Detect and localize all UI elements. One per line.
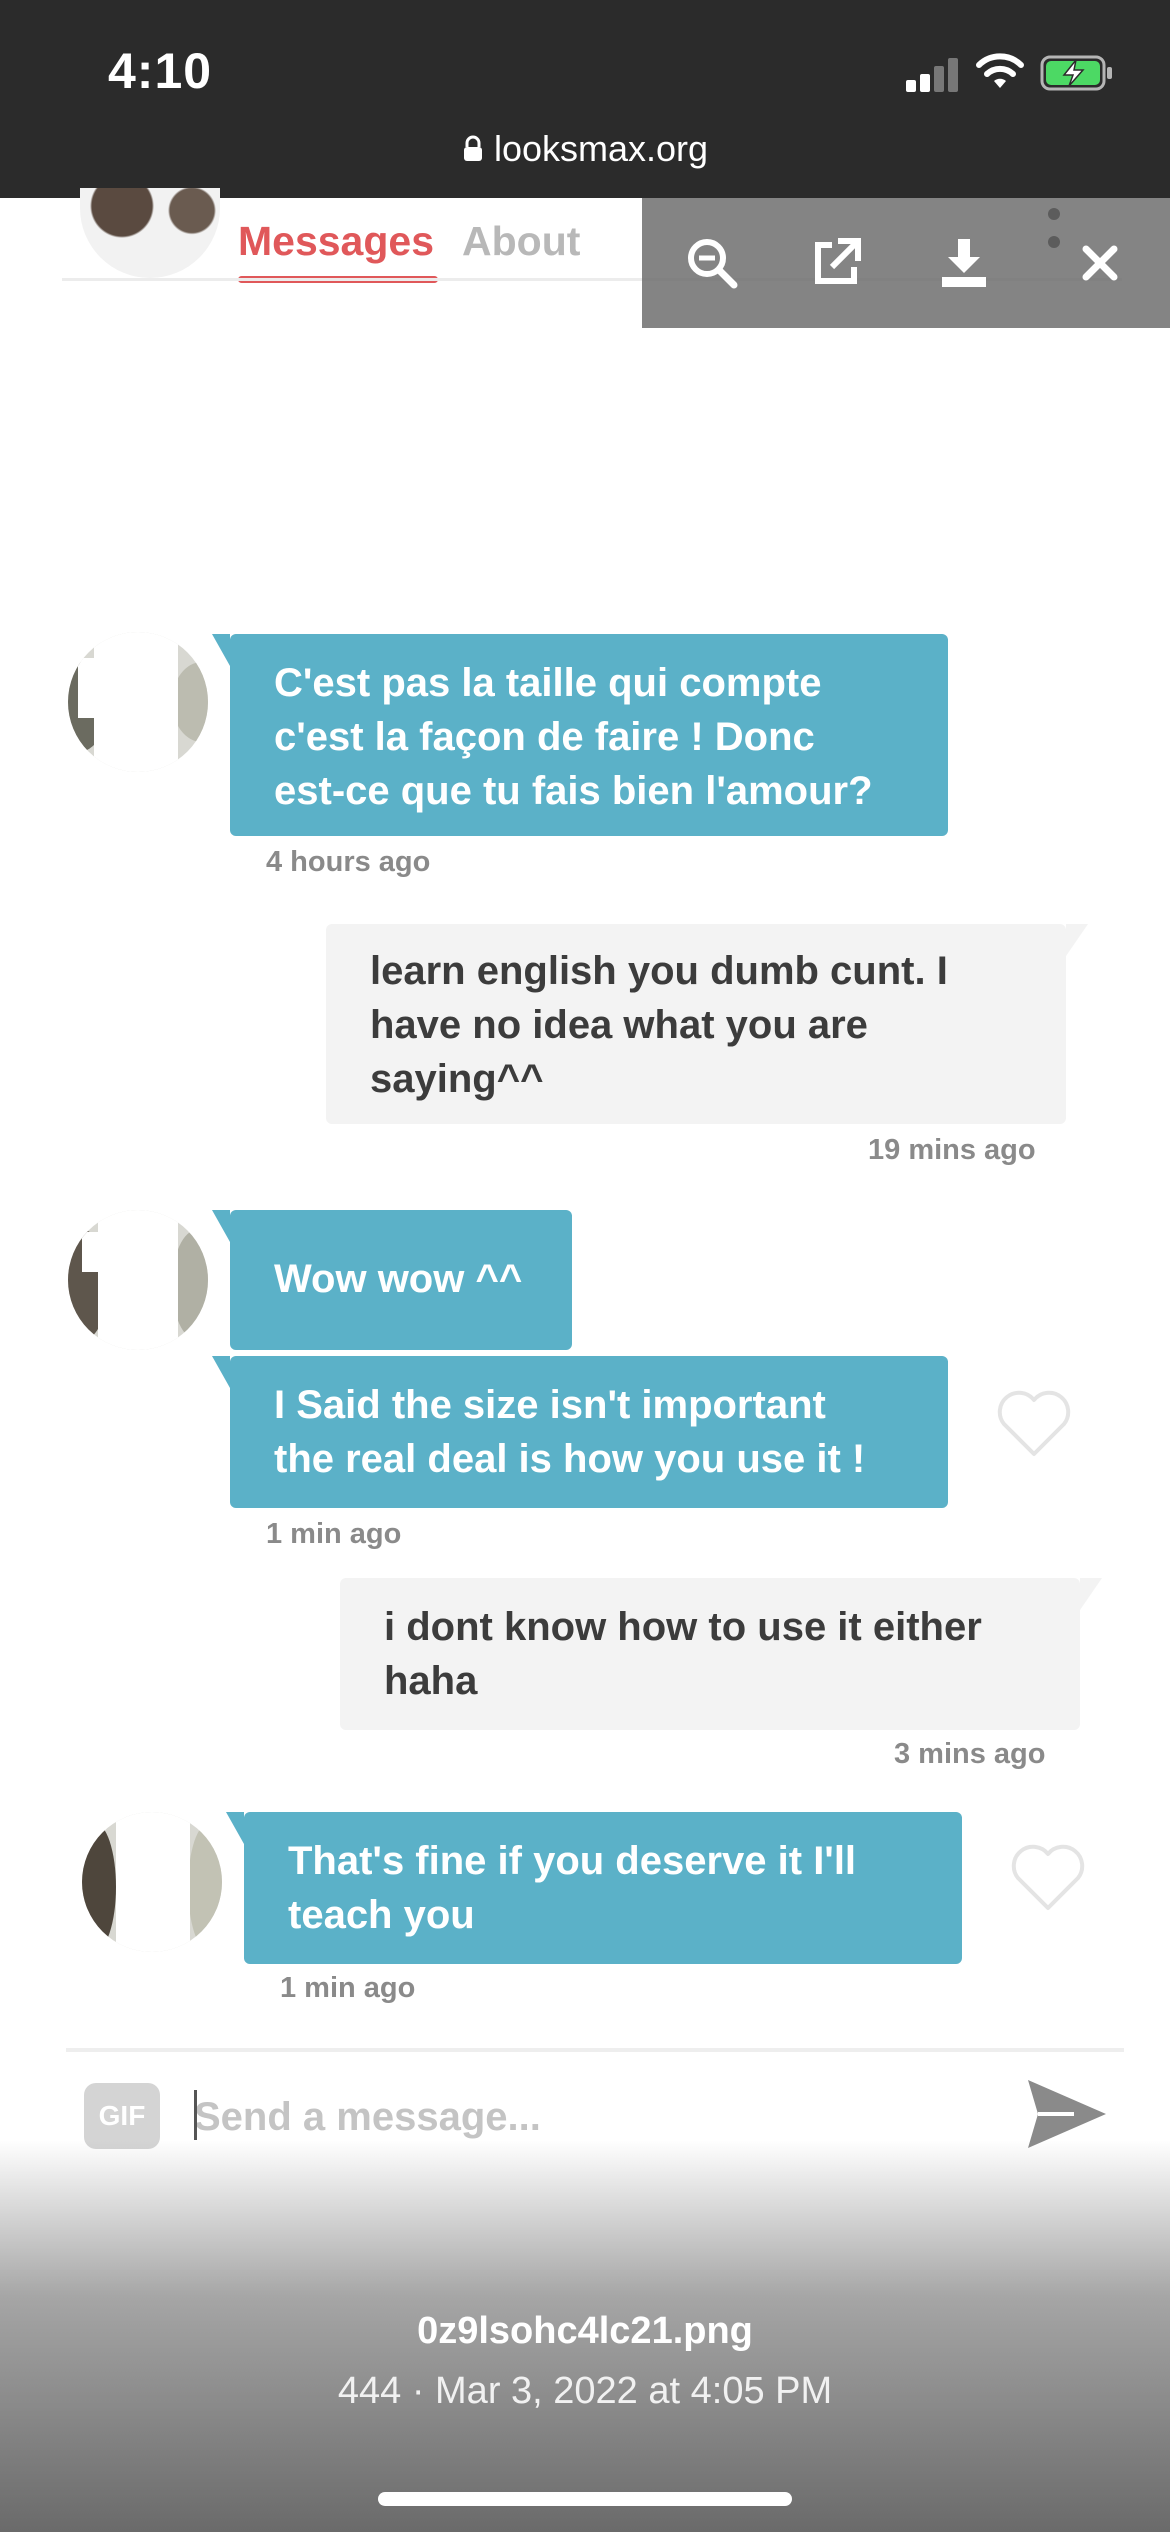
message-line: That's fine if you deserve it I'll: [288, 1839, 857, 1883]
message-line: teach you: [288, 1893, 475, 1937]
contact-avatar[interactable]: [68, 632, 208, 772]
download-icon[interactable]: [934, 233, 994, 293]
url-bar[interactable]: looksmax.org: [0, 128, 1170, 170]
incoming-message-bubble[interactable]: That's fine if you deserve it I'll teach…: [226, 1812, 962, 1964]
image-viewer-toolbar: [642, 198, 1170, 328]
open-external-icon[interactable]: [806, 233, 866, 293]
message-timestamp: 1 min ago: [280, 1972, 416, 2004]
message-timestamp: 1 min ago: [266, 1518, 402, 1550]
contact-avatar[interactable]: [82, 1812, 222, 1952]
tab-about[interactable]: About: [462, 218, 580, 265]
message-line: haha: [384, 1659, 478, 1703]
tab-messages[interactable]: Messages: [238, 218, 434, 265]
status-bar: 4:10 looksmax.org: [0, 0, 1170, 198]
status-time: 4:10: [108, 43, 213, 99]
message-line: I Said the size isn't important: [274, 1383, 826, 1427]
like-heart-icon[interactable]: [996, 1390, 1072, 1458]
message-line: the real deal is how you use it !: [274, 1437, 866, 1481]
message-timestamp: 19 mins ago: [868, 1134, 1036, 1166]
text-caret: [194, 2090, 197, 2140]
contact-avatar[interactable]: [68, 1210, 208, 1350]
message-line: saying^^: [370, 1057, 544, 1101]
message-timestamp: 3 mins ago: [894, 1738, 1046, 1770]
incoming-message-bubble[interactable]: I Said the size isn't important the real…: [212, 1356, 948, 1508]
wifi-icon: [976, 53, 1024, 88]
message-line: i dont know how to use it either: [384, 1605, 982, 1649]
close-icon[interactable]: [1070, 233, 1130, 293]
outgoing-message-bubble[interactable]: learn english you dumb cunt. I have no i…: [326, 924, 1088, 1124]
message-line: est-ce que tu fais bien l'amour?: [274, 769, 873, 813]
home-indicator[interactable]: [378, 2492, 792, 2506]
image-filename: 0z9lsohc4lc21.png: [417, 2310, 753, 2352]
outgoing-message-bubble[interactable]: i dont know how to use it either haha: [340, 1578, 1102, 1730]
lock-icon: [463, 135, 482, 161]
image-info: 444 · Mar 3, 2022 at 4:05 PM: [337, 2370, 833, 2412]
battery-charging-icon: [1040, 55, 1112, 91]
message-line: have no idea what you are: [370, 1003, 868, 1047]
message-timestamp: 4 hours ago: [266, 846, 431, 878]
zoom-out-icon[interactable]: [682, 233, 742, 293]
chat-thread: C'est pas la taille qui compte c'est la …: [0, 330, 1170, 2030]
incoming-message-bubble[interactable]: C'est pas la taille qui compte c'est la …: [212, 634, 948, 836]
message-line: learn english you dumb cunt. I: [370, 949, 948, 993]
composer-divider: [66, 2048, 1124, 2052]
signal-icon: [906, 56, 962, 92]
header-avatar[interactable]: [80, 188, 220, 278]
message-line: C'est pas la taille qui compte: [274, 661, 822, 705]
drag-handle: [1048, 208, 1060, 258]
message-line: c'est la façon de faire ! Donc: [274, 715, 815, 759]
url-text: looksmax.org: [493, 128, 709, 169]
like-heart-icon[interactable]: [1010, 1844, 1086, 1912]
message-line: Wow wow ^^: [274, 1257, 523, 1301]
incoming-message-bubble[interactable]: Wow wow ^^: [212, 1210, 572, 1350]
